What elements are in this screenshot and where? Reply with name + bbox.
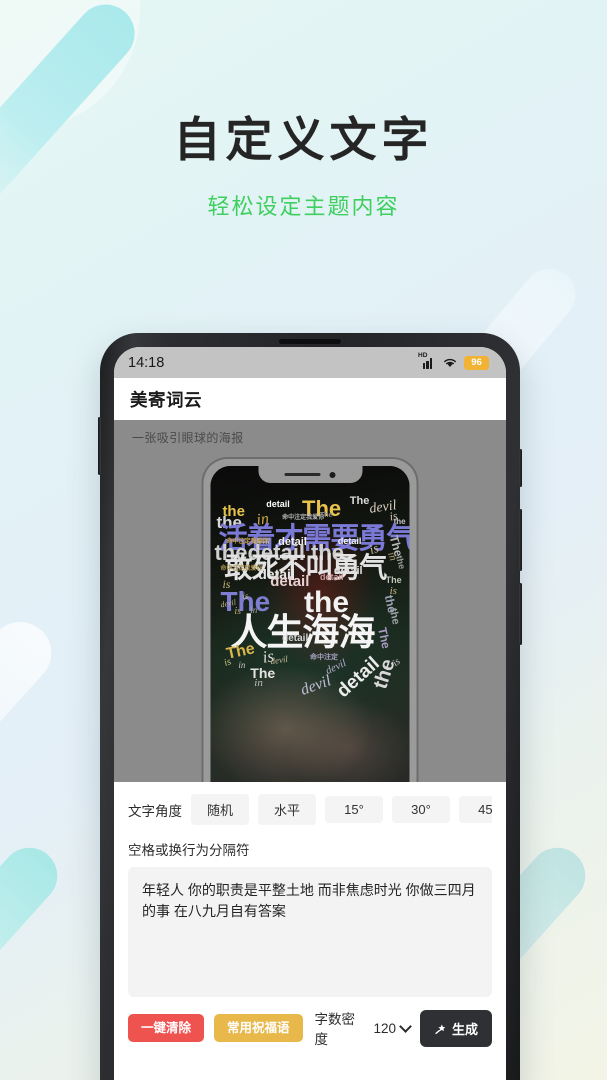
deco-bar-3 xyxy=(0,609,65,874)
signal-bars-icon: HD xyxy=(418,352,436,369)
word-cloud-word: detail xyxy=(270,573,310,590)
magic-wand-icon xyxy=(435,1024,446,1034)
phone-side-button-2[interactable] xyxy=(519,509,522,571)
status-indicators: HD 96 xyxy=(418,352,492,370)
poster-device-notch xyxy=(258,466,362,483)
app-header: 美寄词云 xyxy=(114,378,506,420)
status-bar: 14:18 HD 96 xyxy=(114,347,506,378)
controls-panel: 文字角度 随机水平 15° 30° 45° 空格或换行为分隔符 年轻人 你的职责是平整… xyxy=(114,782,506,1048)
generate-button-label: 生成 xyxy=(452,1021,479,1037)
action-button-row: 一键清除 常用祝福语 字数密度 120 生成 xyxy=(128,1008,492,1048)
wifi-icon xyxy=(444,358,456,368)
angle-chip-0[interactable]: 随机 xyxy=(191,794,249,825)
word-cloud-word: detail xyxy=(282,633,309,644)
text-angle-label: 文字角度 xyxy=(128,803,182,819)
angle-chip-3[interactable]: 30° xyxy=(392,796,450,823)
battery-level: 96 xyxy=(464,355,489,370)
poster-speaker-icon xyxy=(284,472,321,477)
word-cloud-word: the xyxy=(394,554,408,571)
phone-volume-button[interactable] xyxy=(98,417,101,475)
word-cloud-word: The xyxy=(319,512,333,519)
app-title: 美寄词云 xyxy=(130,389,202,410)
word-cloud-word: 命中注定我爱你 xyxy=(220,566,263,572)
phone-side-button-1[interactable] xyxy=(519,449,522,487)
poster-device-mock: the detail The The devil the in 命中注定我爱你 The is the… xyxy=(201,457,419,782)
word-cloud-word: detail xyxy=(266,499,290,509)
word-cloud-canvas[interactable]: the detail The The devil the in 命中注定我爱你 The is the… xyxy=(210,466,410,782)
word-cloud-word: detail xyxy=(319,572,344,582)
status-time: 14:18 xyxy=(128,354,165,371)
phone-mockup: 14:18 HD 96 美寄词云 一张吸引眼球的海报 the detail Th… xyxy=(98,333,522,1080)
chevron-down-icon xyxy=(399,1019,412,1033)
text-angle-row: 文字角度 随机水平 15° 30° 45° xyxy=(128,794,492,825)
text-input-area[interactable]: 年轻人 你的职责是平整土地 而非焦虑时光 你做三四月的事 在八九月自有答案 xyxy=(128,867,492,997)
page-title: 自定义文字 xyxy=(173,113,434,166)
preview-hint-text: 一张吸引眼球的海报 xyxy=(132,431,244,445)
angle-chip-1[interactable]: 水平 xyxy=(258,794,316,825)
separator-hint-label: 空格或换行为分隔符 xyxy=(128,843,250,858)
phone-earpiece xyxy=(279,339,341,344)
angle-chip-4[interactable]: 45° xyxy=(459,796,492,823)
phone-side-button-3[interactable] xyxy=(519,583,522,645)
generate-button[interactable]: 生成 xyxy=(420,1009,492,1047)
phone-screen: 14:18 HD 96 美寄词云 一张吸引眼球的海报 the detail Th… xyxy=(114,347,506,1080)
word-cloud-word: in xyxy=(238,660,246,670)
battery-cap xyxy=(490,359,492,366)
word-cloud-word: in xyxy=(254,677,263,689)
word-cloud-word: The xyxy=(385,575,402,585)
word-density-selector[interactable]: 字数密度 120 xyxy=(314,1008,412,1048)
word-cloud-word: The xyxy=(349,495,370,507)
battery-icon: 96 xyxy=(464,355,492,370)
poster-preview-area[interactable]: 一张吸引眼球的海报 the detail The The devil the in 命中注定我… xyxy=(114,420,506,782)
word-density-label: 字数密度 xyxy=(314,1012,356,1047)
blessing-phrases-button[interactable]: 常用祝福语 xyxy=(214,1013,303,1043)
page-subtitle: 轻松设定主题内容 xyxy=(207,194,400,220)
deco-bar-4 xyxy=(0,836,69,1023)
hd-label: HD xyxy=(418,352,428,359)
poster-camera-icon xyxy=(329,471,336,478)
word-cloud-word: 命中注定 xyxy=(310,654,338,661)
hero-section: 自定义文字 轻松设定主题内容 xyxy=(0,112,607,221)
angle-chip-2[interactable]: 15° xyxy=(325,796,383,823)
poster-device-screen: the detail The The devil the in 命中注定我爱你 The is the… xyxy=(210,466,410,782)
deco-blob-top-left xyxy=(0,0,140,130)
clear-all-button[interactable]: 一键清除 xyxy=(128,1013,204,1043)
word-cloud-word: the xyxy=(386,607,402,626)
word-density-value: 120 xyxy=(373,1020,396,1036)
word-cloud-word: is xyxy=(242,591,249,601)
